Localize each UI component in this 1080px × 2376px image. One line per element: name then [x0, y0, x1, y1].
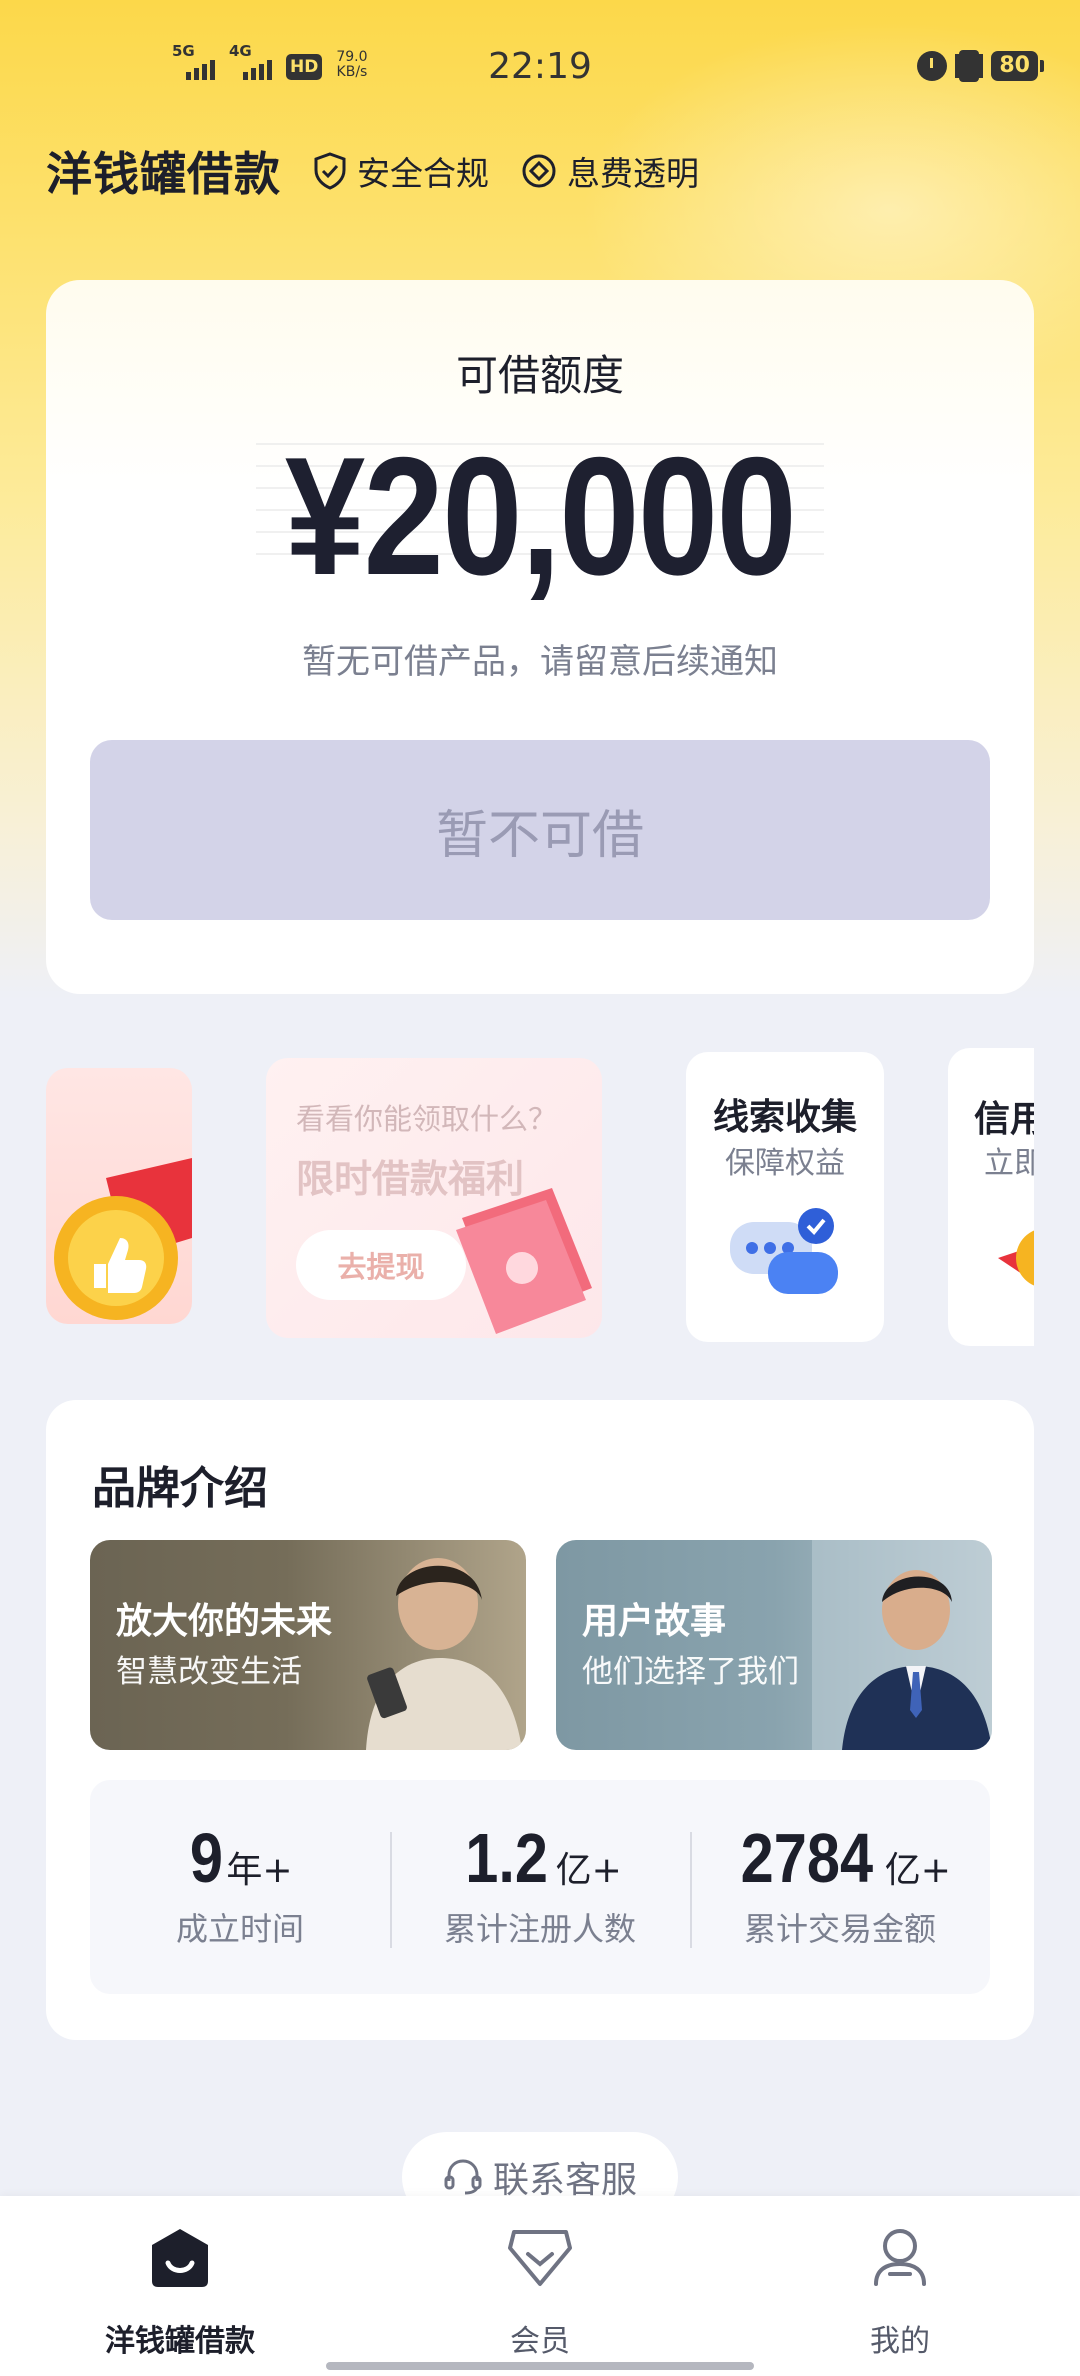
user-profile-icon — [874, 2229, 926, 2286]
promo-clue-subtitle: 保障权益 — [725, 1146, 845, 1181]
story-future-subtitle: 智慧改变生活 — [116, 1654, 302, 1690]
nav-mine-label: 我的 — [870, 2324, 930, 2359]
promo-carousel[interactable]: 看看你能领取什么？ 限时借款福利 去提现 线索收集 保障权益 信用 立即 — [46, 1040, 1034, 1350]
chat-bubble-icon — [730, 1208, 838, 1294]
brand-story-users[interactable]: 用户故事 他们选择了我们 — [556, 1540, 992, 1750]
nav-vip-label: 会员 — [510, 2324, 570, 2359]
brand-story-future[interactable]: 放大你的未来 智慧改变生活 — [90, 1540, 526, 1750]
story-users-title: 用户故事 — [582, 1601, 727, 1642]
borrow-button[interactable]: 暂不可借 — [90, 740, 990, 920]
story-users-subtitle: 他们选择了我们 — [582, 1654, 799, 1690]
withdraw-button[interactable]: 去提现 — [296, 1230, 466, 1300]
diamond-vip-icon — [508, 2230, 572, 2286]
stat-volume-value: 2784 — [740, 1819, 874, 1897]
stat-founded-unit: 年+ — [226, 1850, 293, 1891]
nav-home-label: 洋钱罐借款 — [105, 2324, 255, 2359]
badge-transparent: 息费透明 — [521, 147, 699, 195]
app-title: 洋钱罐借款 — [46, 147, 281, 201]
nav-vip-tab[interactable]: 会员 — [410, 2218, 670, 2360]
promo-credit-subtitle: 立即 — [984, 1146, 1034, 1181]
status-right: 80 — [917, 50, 1044, 82]
home-smile-icon — [152, 2229, 208, 2287]
bottom-navigation: 洋钱罐借款 会员 我的 — [0, 2196, 1080, 2376]
cash-stack-icon — [456, 1188, 592, 1334]
medal-icon — [998, 1230, 1034, 1286]
promo-credit-title: 信用 — [974, 1099, 1034, 1140]
headset-icon — [444, 2159, 482, 2195]
brand-stats: 9年+ 成立时间 1.2 亿+ 累计注册人数 2784 亿+ 累计交易金额 — [90, 1780, 990, 1994]
vibrate-icon — [959, 50, 980, 82]
businessman-image — [812, 1540, 992, 1750]
battery-icon: 80 — [991, 51, 1044, 81]
badge-security: 安全合规 — [313, 147, 489, 195]
man-with-phone-image — [366, 1558, 522, 1750]
badge-transparent-label: 息费透明 — [567, 154, 699, 193]
app-header: 洋钱罐借款 安全合规 息费透明 — [46, 138, 699, 204]
loan-card: 可借额度 ¥20,000 暂无可借产品，请留意后续通知 暂不可借 — [46, 280, 1034, 994]
loan-notice: 暂无可借产品，请留意后续通知 — [302, 642, 778, 682]
stat-users-value: 1.2 — [465, 1819, 549, 1897]
stat-volume-unit: 亿+ — [884, 1850, 951, 1891]
brand-section: 品牌介绍 放大你的未来 智慧改变生活 用户故事 他们选择了我们 9年+ 成立时间… — [46, 1400, 1034, 2040]
diamond-icon — [522, 154, 556, 188]
stat-users-label: 累计注册人数 — [443, 1910, 636, 1948]
stat-users: 1.2 亿+ 累计注册人数 — [390, 1780, 690, 1994]
status-bar: 5G 4G HD 79.0 KB/s 22:19 80 — [0, 0, 1080, 135]
stat-users-unit: 亿+ — [555, 1850, 622, 1891]
credit-limit-title: 可借额度 — [455, 351, 624, 400]
brand-section-title: 品牌介绍 — [92, 1463, 268, 1514]
stat-volume-label: 累计交易金额 — [743, 1910, 936, 1948]
promo-card-clue-collection[interactable]: 线索收集 保障权益 — [686, 1052, 884, 1342]
promo-card-loan-benefit[interactable]: 看看你能领取什么？ 限时借款福利 去提现 — [266, 1058, 602, 1338]
thumbs-up-medal-icon — [54, 1158, 192, 1320]
credit-limit-amount: ¥20,000 — [284, 422, 797, 610]
nav-mine-tab[interactable]: 我的 — [770, 2218, 1030, 2360]
stat-founded-value: 9 — [190, 1819, 224, 1897]
home-indicator[interactable] — [326, 2362, 754, 2370]
promo-benefit-subtitle: 看看你能领取什么？ — [296, 1102, 558, 1136]
nav-home-tab[interactable]: 洋钱罐借款 — [50, 2218, 310, 2360]
story-future-title: 放大你的未来 — [116, 1601, 333, 1642]
stat-founded-label: 成立时间 — [175, 1910, 304, 1948]
stat-volume: 2784 亿+ 累计交易金额 — [690, 1780, 990, 1994]
badge-security-label: 安全合规 — [357, 154, 489, 193]
promo-card-partial-left[interactable] — [46, 1068, 192, 1324]
shield-check-icon — [314, 152, 346, 190]
stat-founded: 9年+ 成立时间 — [90, 1780, 390, 1994]
promo-card-partial-right[interactable]: 信用 立即 — [948, 1048, 1034, 1346]
alarm-icon — [917, 51, 948, 81]
promo-clue-title: 线索收集 — [712, 1097, 857, 1138]
